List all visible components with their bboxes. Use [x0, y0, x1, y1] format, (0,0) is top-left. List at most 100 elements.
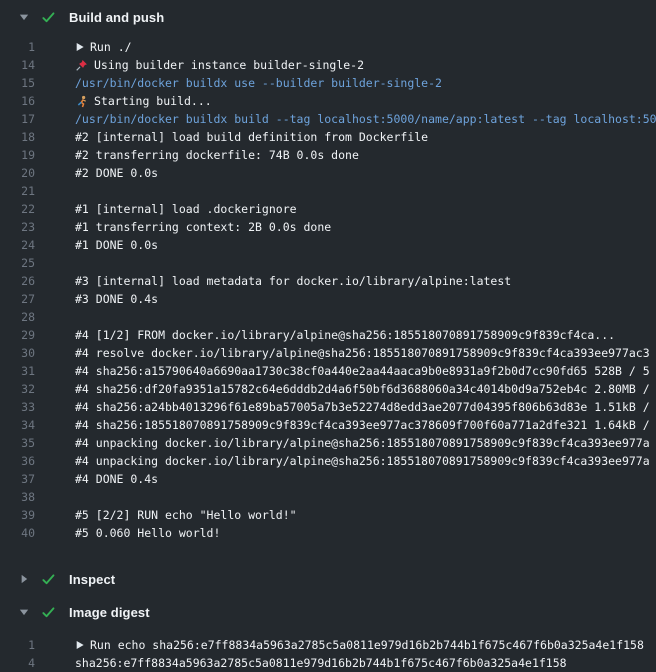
log-line: 1 Run ./: [0, 38, 656, 56]
line-number[interactable]: 33: [0, 398, 35, 416]
log-line: 34 #4 sha256:185518070891758909c9f839cf4c…: [0, 416, 656, 434]
section-header-inspect[interactable]: Inspect: [0, 564, 656, 594]
log-line: 33 #4 sha256:a24bb4013296f61e89ba57005a7b…: [0, 398, 656, 416]
line-number[interactable]: 28: [0, 308, 35, 326]
log-line: 32 #4 sha256:df20fa9351a15782c64e6dddb2d4…: [0, 380, 656, 398]
log-line: 22 #1 [internal] load .dockerignore: [0, 200, 656, 218]
line-number[interactable]: 31: [0, 362, 35, 380]
line-number[interactable]: 1: [0, 38, 35, 56]
line-text: #3 [internal] load metadata for docker.i…: [75, 272, 511, 290]
section-content-image-digest: 1 Run echo sha256:e7ff8834a5963a2785c5a08…: [0, 627, 656, 672]
line-number[interactable]: 35: [0, 434, 35, 452]
line-number[interactable]: 37: [0, 470, 35, 488]
log-line: 14Using builder instance builder-single-…: [0, 56, 656, 74]
log-line: 23 #1 transferring context: 2B 0.0s done: [0, 218, 656, 236]
line-text: #4 DONE 0.4s: [75, 470, 158, 488]
actions-log-viewer: Build and push 1 Run ./14Using builder in…: [0, 0, 656, 672]
log-line: 18#2 [internal] load build definition fr…: [0, 128, 656, 146]
check-success-icon: [41, 605, 56, 620]
line-text: #1 transferring context: 2B 0.0s done: [75, 218, 331, 236]
line-number[interactable]: 38: [0, 488, 35, 506]
log-line: 38: [0, 488, 656, 506]
line-number[interactable]: 14: [0, 56, 35, 74]
line-text: Run echo sha256:e7ff8834a5963a2785c5a081…: [75, 636, 644, 654]
section-header-image-digest[interactable]: Image digest: [0, 597, 656, 627]
line-number[interactable]: 40: [0, 524, 35, 542]
line-text: #4 sha256:df20fa9351a15782c64e6dddb2d4a6…: [75, 380, 650, 398]
section-image-digest: Image digest 1 Run echo sha256:e7ff8834a5…: [0, 597, 656, 672]
log-line: 26 #3 [internal] load metadata for docker…: [0, 272, 656, 290]
line-number[interactable]: 24: [0, 236, 35, 254]
check-success-icon: [41, 572, 56, 587]
line-number[interactable]: 22: [0, 200, 35, 218]
line-number[interactable]: 32: [0, 380, 35, 398]
section-content-build-and-push: 1 Run ./14Using builder instance builder-…: [0, 32, 656, 564]
line-text: Starting build...: [75, 92, 212, 110]
log-line: 35 #4 unpacking docker.io/library/alpine@…: [0, 434, 656, 452]
runner-icon: [75, 95, 88, 108]
line-number[interactable]: 4: [0, 654, 35, 672]
line-text: /usr/bin/docker buildx use --builder bui…: [75, 74, 442, 92]
line-text: #5 0.060 Hello world!: [75, 524, 220, 542]
log-line: 17/usr/bin/docker buildx build --tag loc…: [0, 110, 656, 128]
log-line: 30 #4 resolve docker.io/library/alpine@sh…: [0, 344, 656, 362]
section-build-and-push: Build and push 1 Run ./14Using builder in…: [0, 2, 656, 564]
line-number[interactable]: 18: [0, 128, 35, 146]
line-number[interactable]: 19: [0, 146, 35, 164]
run-arrow-icon: [75, 42, 84, 52]
line-number[interactable]: 1: [0, 636, 35, 654]
pushpin-icon: [75, 59, 88, 72]
line-number[interactable]: 17: [0, 110, 35, 128]
chevron-down-icon: [19, 607, 29, 617]
line-number[interactable]: 25: [0, 254, 35, 272]
log-line: 24 #1 DONE 0.0s: [0, 236, 656, 254]
line-text: /usr/bin/docker buildx build --tag local…: [75, 110, 656, 128]
log-line: 29 #4 [1/2] FROM docker.io/library/alpine…: [0, 326, 656, 344]
section-title: Build and push: [69, 10, 164, 25]
line-text: #2 DONE 0.0s: [75, 164, 158, 182]
line-number[interactable]: 29: [0, 326, 35, 344]
section-title: Inspect: [69, 572, 115, 587]
line-text: #3 DONE 0.4s: [75, 290, 158, 308]
line-number[interactable]: 20: [0, 164, 35, 182]
line-number[interactable]: 23: [0, 218, 35, 236]
log-line: 19 #2 transferring dockerfile: 74B 0.0s d…: [0, 146, 656, 164]
check-success-icon: [41, 10, 56, 25]
line-number[interactable]: 39: [0, 506, 35, 524]
line-text: #1 [internal] load .dockerignore: [75, 200, 297, 218]
log-line: 28: [0, 308, 656, 326]
line-number[interactable]: 34: [0, 416, 35, 434]
line-text: #4 sha256:185518070891758909c9f839cf4ca3…: [75, 416, 650, 434]
line-number[interactable]: 30: [0, 344, 35, 362]
log-line: 16 Starting build...: [0, 92, 656, 110]
log-line: 31 #4 sha256:a15790640a6690aa1730c38cf0a4…: [0, 362, 656, 380]
line-number[interactable]: 15: [0, 74, 35, 92]
log-line: 37 #4 DONE 0.4s: [0, 470, 656, 488]
line-text: #4 unpacking docker.io/library/alpine@sh…: [75, 434, 650, 452]
line-text: #4 sha256:a24bb4013296f61e89ba57005a7b3e…: [75, 398, 650, 416]
log-line: 36 #4 unpacking docker.io/library/alpine@…: [0, 452, 656, 470]
line-text: #5 [2/2] RUN echo "Hello world!": [75, 506, 297, 524]
log-line: 39 #5 [2/2] RUN echo "Hello world!": [0, 506, 656, 524]
line-number[interactable]: 21: [0, 182, 35, 200]
line-text: #1 DONE 0.0s: [75, 236, 158, 254]
line-number[interactable]: 27: [0, 290, 35, 308]
line-text: #4 [1/2] FROM docker.io/library/alpine@s…: [75, 326, 615, 344]
line-text: #2 transferring dockerfile: 74B 0.0s don…: [75, 146, 359, 164]
log-line: 1 Run echo sha256:e7ff8834a5963a2785c5a08…: [0, 636, 656, 654]
line-text: #4 sha256:a15790640a6690aa1730c38cf0a440…: [75, 362, 650, 380]
line-text: Run ./: [75, 38, 132, 56]
section-header-build-and-push[interactable]: Build and push: [0, 2, 656, 32]
line-number[interactable]: 36: [0, 452, 35, 470]
run-arrow-icon: [75, 640, 84, 650]
log-line: 27 #3 DONE 0.4s: [0, 290, 656, 308]
chevron-right-icon: [19, 574, 29, 584]
line-text: sha256:e7ff8834a5963a2785c5a0811e979d16b…: [75, 654, 567, 672]
line-number[interactable]: 26: [0, 272, 35, 290]
log-line: 21: [0, 182, 656, 200]
section-title: Image digest: [69, 605, 150, 620]
section-inspect: Inspect: [0, 564, 656, 594]
line-number[interactable]: 16: [0, 92, 35, 110]
line-text: #4 resolve docker.io/library/alpine@sha2…: [75, 344, 650, 362]
line-text: #4 unpacking docker.io/library/alpine@sh…: [75, 452, 650, 470]
